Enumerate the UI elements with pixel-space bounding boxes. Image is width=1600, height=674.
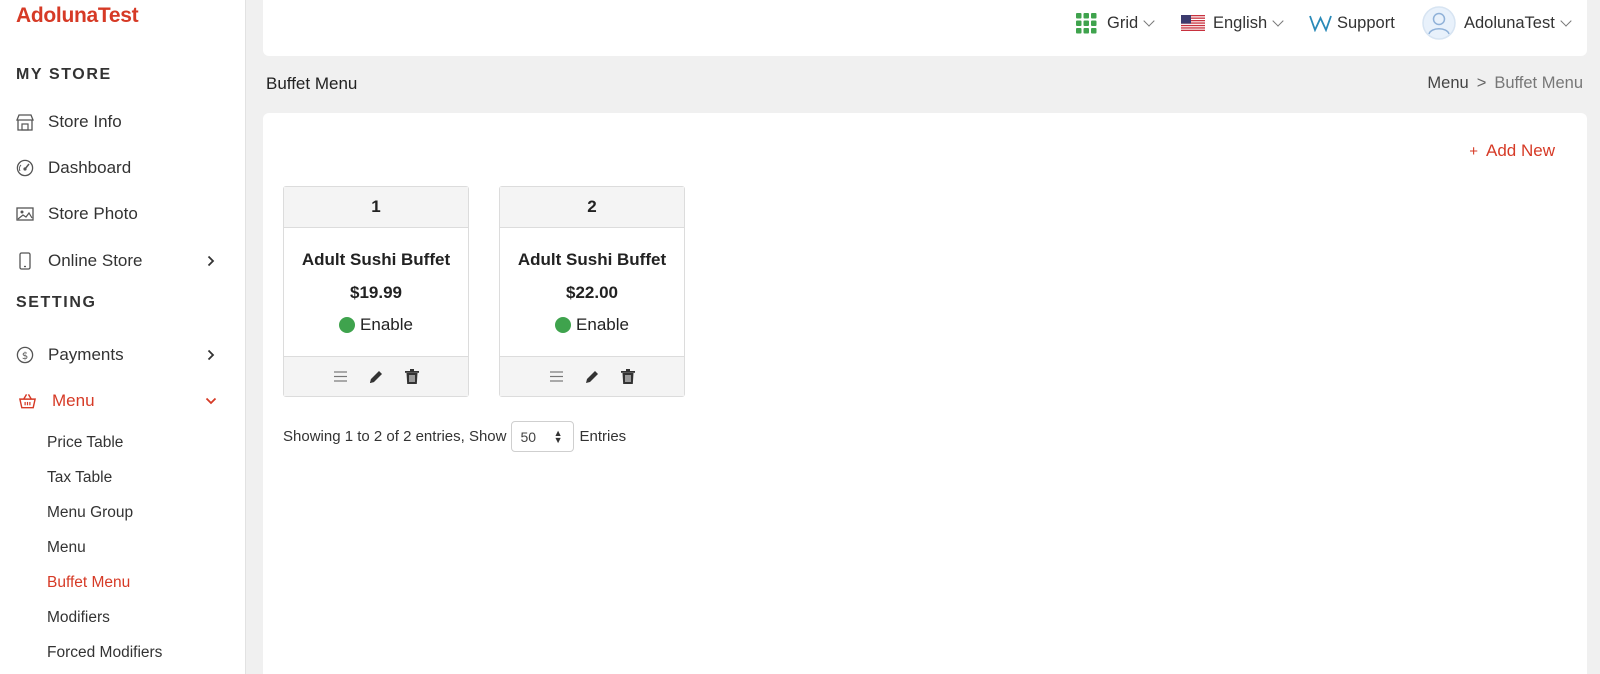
sidebar-subitem-forced-modifiers[interactable]: Forced Modifiers bbox=[47, 644, 162, 662]
sidebar-item-store-info[interactable]: Store Info bbox=[0, 104, 240, 140]
trash-icon[interactable] bbox=[404, 369, 420, 385]
support-label: Support bbox=[1337, 13, 1395, 32]
chevron-down-icon bbox=[1143, 14, 1155, 27]
breadcrumb-separator: > bbox=[1476, 74, 1487, 92]
chevron-right-icon bbox=[205, 255, 217, 267]
chevron-right-icon bbox=[205, 349, 217, 361]
sidebar-item-menu[interactable]: Menu bbox=[0, 383, 240, 419]
card-name: Adult Sushi Buffet bbox=[301, 250, 451, 269]
breadcrumb-link-menu[interactable]: Menu bbox=[1427, 74, 1468, 92]
dollar-coin-icon: $ bbox=[15, 346, 34, 365]
buffet-card: 2 Adult Sushi Buffet $22.00 Enable bbox=[499, 186, 685, 397]
showing-text: Showing 1 to 2 of 2 entries, Show bbox=[283, 428, 507, 445]
sidebar-item-label: Payments bbox=[48, 345, 124, 364]
card-price: $19.99 bbox=[350, 283, 402, 302]
gauge-icon bbox=[15, 159, 34, 178]
sidebar-item-dashboard[interactable]: Dashboard bbox=[0, 150, 240, 186]
sidebar-subitem-menu[interactable]: Menu bbox=[47, 539, 86, 557]
status-badge: Enable bbox=[284, 303, 468, 335]
brand-logo[interactable]: AdolunaTest bbox=[16, 4, 139, 28]
card-number: 2 bbox=[500, 187, 684, 228]
trash-icon[interactable] bbox=[620, 369, 636, 385]
support-link[interactable]: Support bbox=[1309, 0, 1395, 46]
edit-pencil-icon[interactable] bbox=[584, 369, 600, 385]
user-menu[interactable]: AdolunaTest bbox=[1422, 0, 1572, 46]
section-title-my-store: MY STORE bbox=[16, 66, 112, 83]
breadcrumb-current: Buffet Menu bbox=[1494, 74, 1583, 92]
sidebar-item-online-store[interactable]: Online Store bbox=[0, 243, 240, 279]
svg-text:$: $ bbox=[21, 351, 27, 362]
section-title-setting: SETTING bbox=[16, 294, 97, 311]
sidebar-item-label: Menu bbox=[52, 391, 95, 410]
sidebar-item-payments[interactable]: $ Payments bbox=[0, 337, 240, 373]
phone-icon bbox=[15, 252, 34, 271]
sidebar-subitem-modifiers[interactable]: Modifiers bbox=[47, 609, 110, 627]
card-actions bbox=[500, 356, 684, 396]
select-arrows-icon: ▲ ▼ bbox=[553, 428, 563, 445]
card-actions bbox=[284, 356, 468, 396]
sidebar-subitem-buffet-menu[interactable]: Buffet Menu bbox=[47, 574, 130, 592]
grid-switcher[interactable]: Grid bbox=[1076, 0, 1155, 46]
add-new-label: Add New bbox=[1486, 141, 1555, 160]
drag-handle-icon[interactable] bbox=[332, 369, 348, 385]
chevron-down-icon bbox=[1560, 14, 1572, 27]
topbar: Grid English Support AdolunaTest bbox=[263, 0, 1587, 56]
language-label: English bbox=[1213, 13, 1268, 32]
sidebar-subitem-price-table[interactable]: Price Table bbox=[47, 434, 123, 452]
card-name: Adult Sushi Buffet bbox=[517, 250, 667, 269]
page-title: Buffet Menu bbox=[266, 74, 358, 93]
drag-handle-icon[interactable] bbox=[548, 369, 564, 385]
sidebar-item-label: Store Photo bbox=[48, 204, 138, 223]
grid-label: Grid bbox=[1107, 13, 1139, 32]
page-size-select[interactable]: 50 ▲ ▼ bbox=[511, 421, 575, 452]
sidebar-item-label: Online Store bbox=[48, 251, 143, 270]
edit-pencil-icon[interactable] bbox=[368, 369, 384, 385]
photo-icon bbox=[15, 205, 34, 224]
basket-icon bbox=[18, 392, 37, 411]
status-badge: Enable bbox=[500, 303, 684, 335]
status-label: Enable bbox=[360, 315, 413, 334]
pagination-info: Showing 1 to 2 of 2 entries, Show 50 ▲ ▼ … bbox=[283, 421, 626, 452]
support-w-icon bbox=[1309, 14, 1332, 32]
chevron-down-icon bbox=[1272, 14, 1284, 27]
grid-icon bbox=[1076, 12, 1097, 34]
status-dot-icon bbox=[555, 317, 572, 333]
store-icon bbox=[15, 113, 34, 132]
language-switcher[interactable]: English bbox=[1181, 0, 1284, 46]
sidebar-item-label: Store Info bbox=[48, 112, 122, 131]
sidebar-item-store-photo[interactable]: Store Photo bbox=[0, 196, 240, 232]
add-new-button[interactable]: + Add New bbox=[1469, 141, 1555, 161]
breadcrumb: Menu > Buffet Menu bbox=[1427, 74, 1583, 93]
card-body: Adult Sushi Buffet $19.99 Enable bbox=[284, 228, 468, 356]
user-name: AdolunaTest bbox=[1464, 13, 1555, 32]
chevron-down-icon bbox=[205, 395, 217, 407]
card-price: $22.00 bbox=[566, 283, 618, 302]
sidebar-item-label: Dashboard bbox=[48, 158, 132, 177]
card-body: Adult Sushi Buffet $22.00 Enable bbox=[500, 228, 684, 356]
status-label: Enable bbox=[576, 315, 629, 334]
sidebar-subitem-tax-table[interactable]: Tax Table bbox=[47, 469, 112, 487]
sidebar-subitem-menu-group[interactable]: Menu Group bbox=[47, 504, 133, 522]
us-flag-icon bbox=[1181, 15, 1205, 31]
page-size-value: 50 bbox=[520, 428, 537, 445]
status-dot-icon bbox=[339, 317, 356, 333]
avatar bbox=[1422, 6, 1456, 40]
sidebar: AdolunaTest MY STORE Store Info Dashboar… bbox=[0, 0, 246, 674]
main-content: + Add New 1 Adult Sushi Buffet $19.99 En… bbox=[263, 113, 1587, 674]
plus-icon: + bbox=[1469, 142, 1479, 160]
entries-label: Entries bbox=[579, 428, 627, 445]
card-number: 1 bbox=[284, 187, 468, 228]
buffet-card: 1 Adult Sushi Buffet $19.99 Enable bbox=[283, 186, 469, 397]
